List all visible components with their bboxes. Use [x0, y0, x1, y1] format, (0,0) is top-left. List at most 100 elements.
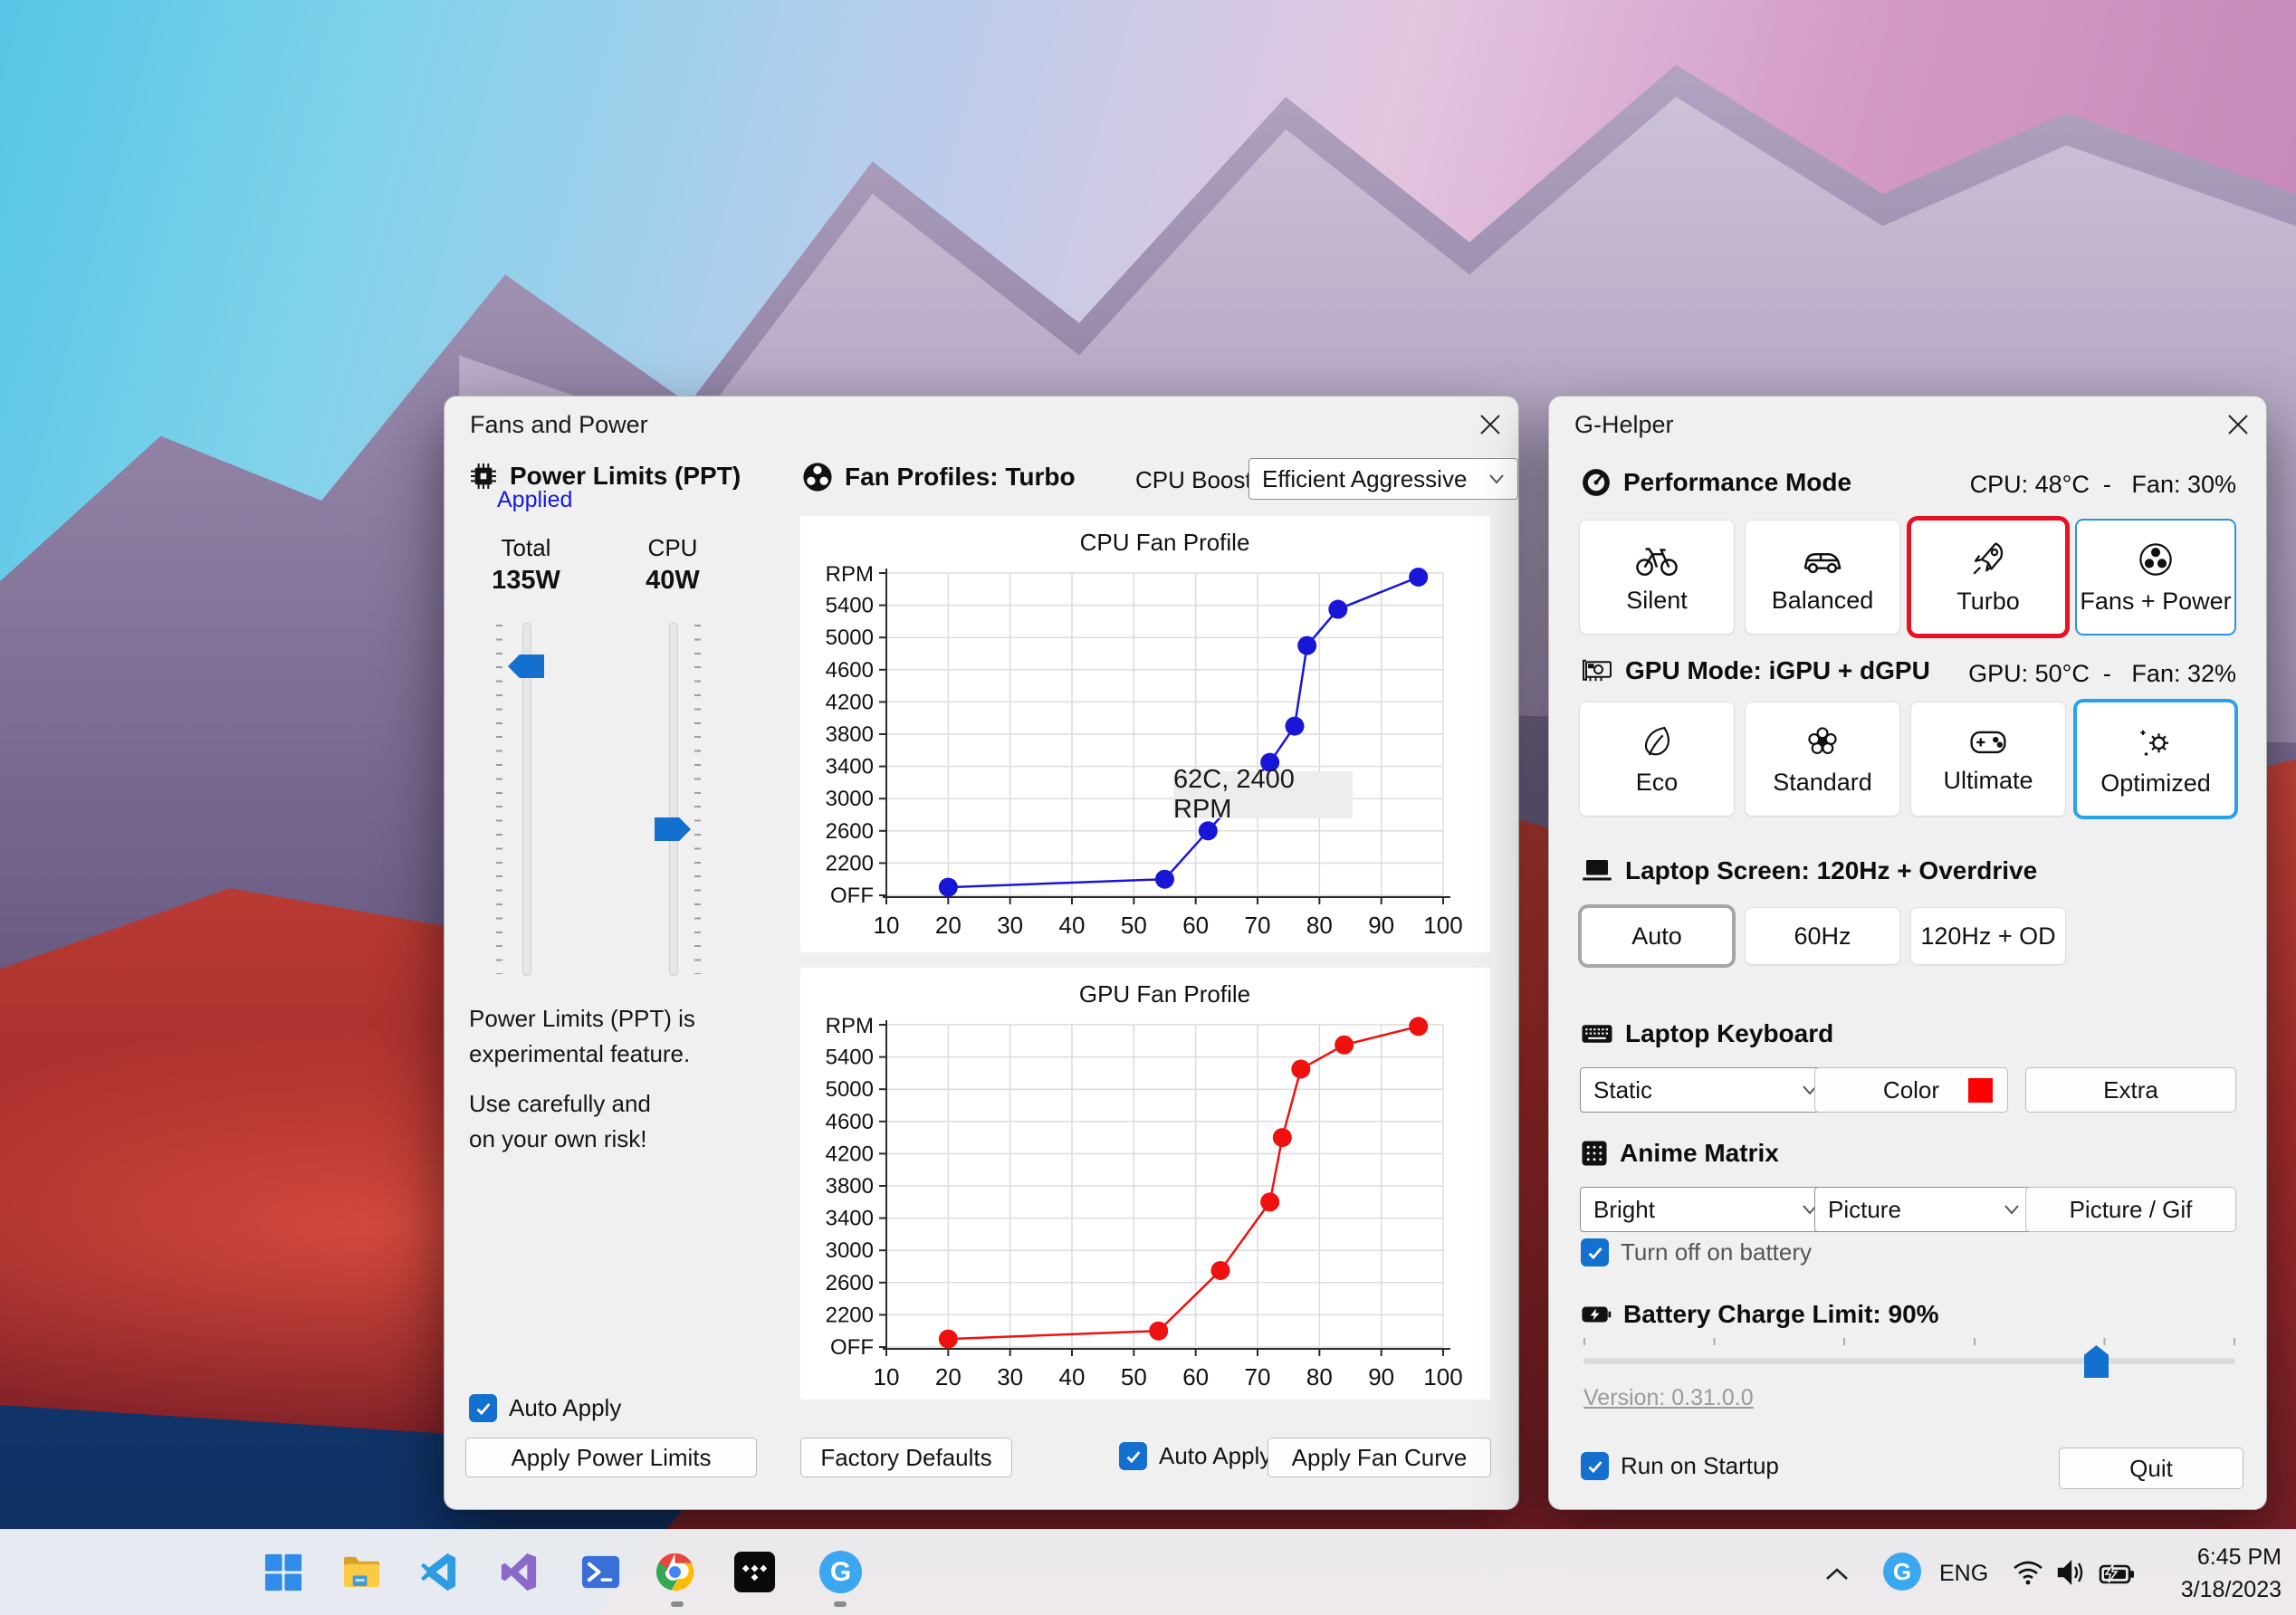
svg-text:60: 60 [1182, 912, 1209, 939]
chrome-icon[interactable] [654, 1551, 696, 1593]
screen-button-auto[interactable]: Auto [1582, 908, 1732, 964]
gpu-button-optimized[interactable]: Optimized [2077, 702, 2234, 816]
keyboard-color-button[interactable]: Color [1814, 1067, 2008, 1113]
matrix-picture-gif-button[interactable]: Picture / Gif [2025, 1187, 2236, 1232]
chrome-running-indicator [671, 1601, 684, 1607]
close-icon[interactable] [2223, 409, 2253, 440]
car-icon [1803, 553, 1842, 574]
apply-power-limits-button[interactable]: Apply Power Limits [465, 1438, 757, 1477]
fan-auto-apply-checkbox[interactable] [1119, 1442, 1147, 1470]
battery-slider-ticks [1583, 1338, 2235, 1345]
turn-off-on-battery-checkbox[interactable] [1581, 1238, 1609, 1266]
svg-text:70: 70 [1245, 1363, 1271, 1390]
cpu-slider-ticks [694, 625, 701, 974]
matrix-mode-dropdown[interactable]: Picture [1814, 1187, 2033, 1232]
visual-studio-icon[interactable] [499, 1551, 541, 1593]
factory-defaults-button[interactable]: Factory Defaults [800, 1438, 1012, 1477]
gpu-card-icon [1583, 659, 1612, 682]
clock[interactable]: 6:45 PM 3/18/2023 [2133, 1541, 2282, 1606]
version-link[interactable]: Version: 0.31.0.0 [1583, 1385, 1754, 1411]
svg-text:GPU Fan Profile: GPU Fan Profile [1079, 980, 1250, 1008]
volume-icon[interactable] [2055, 1559, 2088, 1591]
cpu-boost-label: CPU Boost [1135, 466, 1252, 493]
power-auto-apply-checkbox[interactable] [469, 1394, 497, 1422]
fan-auto-apply-row: Auto Apply [1119, 1442, 1271, 1470]
svg-text:30: 30 [997, 912, 1023, 939]
svg-text:5000: 5000 [826, 626, 874, 650]
run-on-startup-checkbox[interactable] [1581, 1452, 1609, 1480]
close-icon[interactable] [1475, 409, 1506, 440]
perf-button-silent[interactable]: Silent [1580, 521, 1734, 634]
perf-button-turbo[interactable]: Turbo [1911, 521, 2065, 634]
fan-icon [803, 463, 832, 492]
ghelper-dock-icon[interactable]: G [819, 1551, 862, 1593]
battery-charge-header: Battery Charge Limit: 90% [1581, 1300, 1939, 1329]
svg-text:40: 40 [1059, 912, 1086, 939]
svg-text:5400: 5400 [826, 594, 874, 618]
gpu-temp-status: GPU: 50°C - Fan: 32% [1968, 660, 2236, 687]
powershell-icon[interactable] [579, 1551, 622, 1593]
svg-text:RPM: RPM [826, 562, 874, 587]
svg-text:10: 10 [874, 912, 900, 939]
perf-button-fans-power[interactable]: Fans + Power [2077, 521, 2234, 634]
keyboard-extra-button[interactable]: Extra [2025, 1067, 2236, 1113]
svg-text:40: 40 [1059, 1363, 1086, 1390]
cpu-fan-chart[interactable]: 62C, 2400 RPM OFF 2200 2600 3000 3400 3800 420… [800, 516, 1490, 952]
risk-note: Use carefully and on your own risk! [469, 1090, 651, 1152]
battery-tray-icon[interactable] [2099, 1562, 2135, 1591]
svg-text:80: 80 [1306, 1363, 1333, 1390]
cpu-slider-label: CPU 40W [614, 534, 732, 596]
file-explorer-icon[interactable] [340, 1551, 383, 1593]
svg-text:80: 80 [1306, 912, 1333, 939]
ghelper-tray-icon[interactable]: G [1883, 1553, 1921, 1591]
wifi-icon[interactable] [2012, 1559, 2044, 1591]
svg-text:30: 30 [997, 1363, 1023, 1390]
svg-text:3800: 3800 [826, 722, 874, 747]
gpu-fan-chart[interactable]: OFF 2200 2600 3000 3400 3800 4200 4600 5000 5400 R… [800, 968, 1490, 1400]
gpu-button-ultimate[interactable]: Ultimate [1911, 702, 2065, 816]
svg-text:4200: 4200 [826, 690, 874, 714]
laptop-screen-header: Laptop Screen: 120Hz + Overdrive [1581, 856, 2037, 885]
apply-fan-curve-button[interactable]: Apply Fan Curve [1268, 1438, 1491, 1477]
gpu-fan-profile-plot: OFF 2200 2600 3000 3400 3800 4200 4600 5000 5400 R… [826, 980, 1463, 1390]
battery-slider-track[interactable] [1583, 1358, 2235, 1364]
perf-button-balanced[interactable]: Balanced [1746, 521, 1899, 634]
cpu-watts-value: 40W [646, 566, 700, 595]
svg-text:2200: 2200 [826, 851, 874, 875]
tray-time: 6:45 PM [2196, 1544, 2282, 1570]
matrix-battery-row: Turn off on battery [1581, 1238, 1812, 1266]
cpu-boost-dropdown[interactable]: Efficient Aggressive [1248, 458, 1518, 500]
svg-text:20: 20 [935, 912, 961, 939]
svg-text:4600: 4600 [826, 658, 874, 683]
svg-text:90: 90 [1368, 1363, 1394, 1390]
bicycle-icon [1636, 548, 1678, 577]
screen-button-60hz[interactable]: 60Hz [1746, 908, 1899, 964]
battery-slider-thumb[interactable] [2084, 1345, 2109, 1378]
svg-text:3800: 3800 [826, 1174, 874, 1199]
chevron-down-icon [2004, 1205, 2019, 1215]
fan-profiles-header: Fan Profiles: Turbo [802, 462, 1076, 492]
start-button[interactable] [262, 1551, 304, 1593]
tidal-icon[interactable] [733, 1551, 776, 1593]
total-watts-value: 135W [492, 566, 560, 595]
svg-text:CPU Fan Profile: CPU Fan Profile [1080, 529, 1250, 556]
quit-button[interactable]: Quit [2059, 1448, 2243, 1489]
laptop-icon [1583, 860, 1612, 881]
chart-tooltip: 62C, 2400 RPM [1173, 765, 1353, 824]
auto-gear-icon [2140, 730, 2168, 756]
cpu-slider-thumb[interactable] [655, 817, 691, 841]
svg-text:4600: 4600 [826, 1110, 874, 1134]
language-indicator[interactable]: ENG [1939, 1561, 1988, 1587]
rocket-icon [1973, 542, 2004, 575]
total-slider-thumb[interactable] [508, 655, 544, 678]
cpu-slider-track[interactable] [669, 623, 678, 976]
battery-slider[interactable] [1583, 1338, 2235, 1378]
svg-text:3000: 3000 [826, 787, 874, 811]
gpu-button-standard[interactable]: Standard [1746, 702, 1899, 816]
matrix-brightness-dropdown[interactable]: Bright [1580, 1187, 1832, 1232]
screen-button-120hz-od[interactable]: 120Hz + OD [1911, 908, 2065, 964]
tray-chevron-up-icon[interactable] [1823, 1566, 1851, 1587]
vscode-icon[interactable] [418, 1551, 461, 1593]
keyboard-mode-dropdown[interactable]: Static [1580, 1067, 1832, 1113]
gpu-button-eco[interactable]: Eco [1580, 702, 1734, 816]
